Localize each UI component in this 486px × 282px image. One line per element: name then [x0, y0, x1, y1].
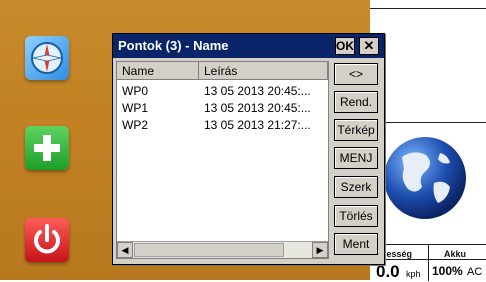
list-item[interactable]: WP2 13 05 2013 21:27:...	[117, 117, 328, 133]
globe-icon[interactable]	[382, 135, 468, 221]
compass-icon[interactable]	[25, 36, 69, 80]
waypoint-name: WP1	[122, 101, 149, 115]
speed-unit: kph	[406, 269, 421, 279]
column-header-name[interactable]: Name	[117, 62, 199, 80]
waypoints-dialog: Pontok (3) - Name OK ✕ Name Leírás WP0 1…	[112, 33, 385, 265]
list-item[interactable]: WP0 13 05 2013 20:45:...	[117, 83, 328, 99]
battery-value: 100%	[432, 264, 463, 278]
status-table: ebesség Akku 0.0 kph 100% AC	[372, 244, 486, 281]
dialog-title: Pontok (3) - Name	[118, 38, 229, 53]
waypoint-name: WP0	[122, 84, 149, 98]
scroll-thumb[interactable]	[134, 243, 284, 257]
scroll-left-icon[interactable]: ◀	[117, 242, 133, 258]
waypoint-description: 13 05 2013 21:27:...	[204, 118, 311, 132]
list-header: Name Leírás	[117, 62, 328, 80]
ok-button[interactable]: OK	[335, 37, 355, 55]
close-button[interactable]: ✕	[359, 37, 379, 55]
battery-label: Akku	[444, 249, 467, 259]
swap-button[interactable]: <>	[334, 63, 378, 85]
dialog-titlebar: Pontok (3) - Name OK ✕	[113, 34, 384, 58]
divider	[370, 122, 486, 123]
edit-button[interactable]: Szerk	[334, 176, 378, 198]
divider	[370, 8, 486, 9]
sort-button[interactable]: Rend.	[334, 91, 378, 113]
column-header-description[interactable]: Leírás	[199, 62, 328, 80]
scroll-right-icon[interactable]: ▶	[312, 242, 328, 258]
save-button[interactable]: Ment	[334, 233, 378, 255]
speed-value: 0.0	[376, 262, 400, 281]
list-item[interactable]: WP1 13 05 2013 20:45:...	[117, 100, 328, 116]
go-button[interactable]: MENJ	[334, 147, 378, 169]
divider	[428, 245, 429, 281]
power-icon[interactable]	[25, 218, 69, 262]
waypoint-description: 13 05 2013 20:45:...	[204, 101, 311, 115]
plus-icon[interactable]	[25, 126, 69, 170]
map-button[interactable]: Térkép	[334, 119, 378, 141]
divider	[372, 259, 486, 260]
waypoint-description: 13 05 2013 20:45:...	[204, 84, 311, 98]
delete-button[interactable]: Törlés	[334, 205, 378, 227]
battery-unit: AC	[467, 266, 483, 278]
waypoint-list[interactable]: Name Leírás WP0 13 05 2013 20:45:... WP1…	[116, 61, 329, 259]
horizontal-scrollbar[interactable]: ◀ ▶	[117, 241, 328, 258]
waypoint-name: WP2	[122, 118, 149, 132]
